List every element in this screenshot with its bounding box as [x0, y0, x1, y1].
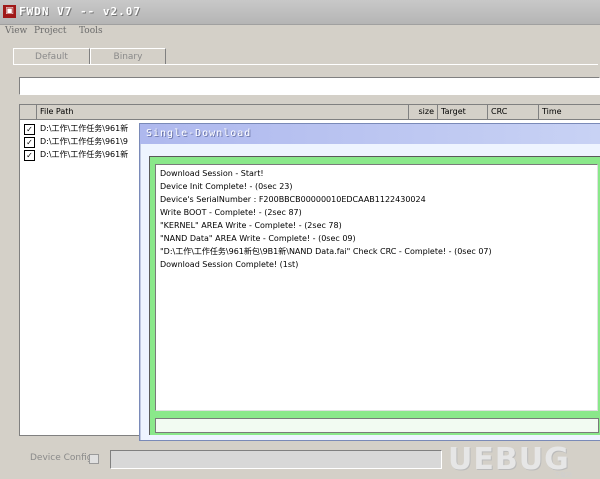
title-bar: ▣ FWDN V7 -- v2.07 — [0, 0, 600, 25]
row-file-path: D:\工作\工作任务\961\9 — [40, 137, 128, 146]
bottom-status-field — [110, 450, 442, 469]
log-line: "NAND Data" AREA Write - Complete! - (0s… — [160, 234, 356, 243]
row-checkbox[interactable]: ✓ — [24, 150, 35, 161]
column-header-size[interactable]: size — [409, 105, 438, 119]
dialog-status-field — [155, 418, 599, 433]
device-config-checkbox[interactable] — [89, 454, 99, 464]
menu-project[interactable]: Project — [34, 26, 67, 36]
row-checkbox[interactable]: ✓ — [24, 124, 35, 135]
log-line: "D:\工作\工作任务\961新包\9B1新\NAND Data.fai" Ch… — [160, 247, 492, 256]
column-header-check[interactable] — [20, 105, 37, 119]
log-line: Download Session - Start! — [160, 169, 264, 178]
single-download-dialog: Single-Download Download Session - Start… — [139, 123, 600, 441]
log-frame: Download Session - Start! Device Init Co… — [149, 156, 600, 435]
column-header-time[interactable]: Time — [539, 105, 600, 119]
download-log[interactable]: Download Session - Start! Device Init Co… — [155, 164, 598, 411]
column-header-target[interactable]: Target — [438, 105, 488, 119]
column-header-file-path[interactable]: File Path — [37, 105, 409, 119]
dialog-title: Single-Download — [146, 128, 252, 139]
log-line: Download Session Complete! (1st) — [160, 260, 299, 269]
row-file-path: D:\工作\工作任务\961新 — [40, 124, 129, 133]
path-input[interactable] — [19, 77, 600, 95]
tab-binary-label: Binary — [113, 52, 143, 62]
device-config-label: Device Config — [30, 453, 93, 463]
log-line: "KERNEL" AREA Write - Complete! - (2sec … — [160, 221, 342, 230]
row-checkbox[interactable]: ✓ — [24, 137, 35, 148]
tab-binary[interactable]: Binary — [90, 48, 166, 65]
menu-bar: View Project Tools — [0, 25, 600, 39]
log-line: Write BOOT - Complete! - (2sec 87) — [160, 208, 302, 217]
menu-view[interactable]: View — [5, 26, 27, 36]
file-list-header: File Path size Target CRC Time — [20, 105, 600, 120]
menu-tools[interactable]: Tools — [79, 26, 103, 36]
dialog-title-bar[interactable]: Single-Download — [140, 124, 600, 144]
tab-default[interactable]: Default — [13, 48, 90, 65]
row-file-path: D:\工作\工作任务\961新 — [40, 150, 129, 159]
tab-default-label: Default — [35, 52, 68, 62]
tab-divider — [13, 64, 598, 65]
column-header-crc[interactable]: CRC — [488, 105, 539, 119]
window-title: FWDN V7 -- v2.07 — [19, 5, 141, 18]
log-line: Device Init Complete! - (0sec 23) — [160, 182, 293, 191]
log-line: Device's SerialNumber : F200BBCB00000010… — [160, 195, 426, 204]
watermark-logo: UEBUG — [448, 442, 570, 477]
app-chip-icon: ▣ — [3, 5, 16, 18]
